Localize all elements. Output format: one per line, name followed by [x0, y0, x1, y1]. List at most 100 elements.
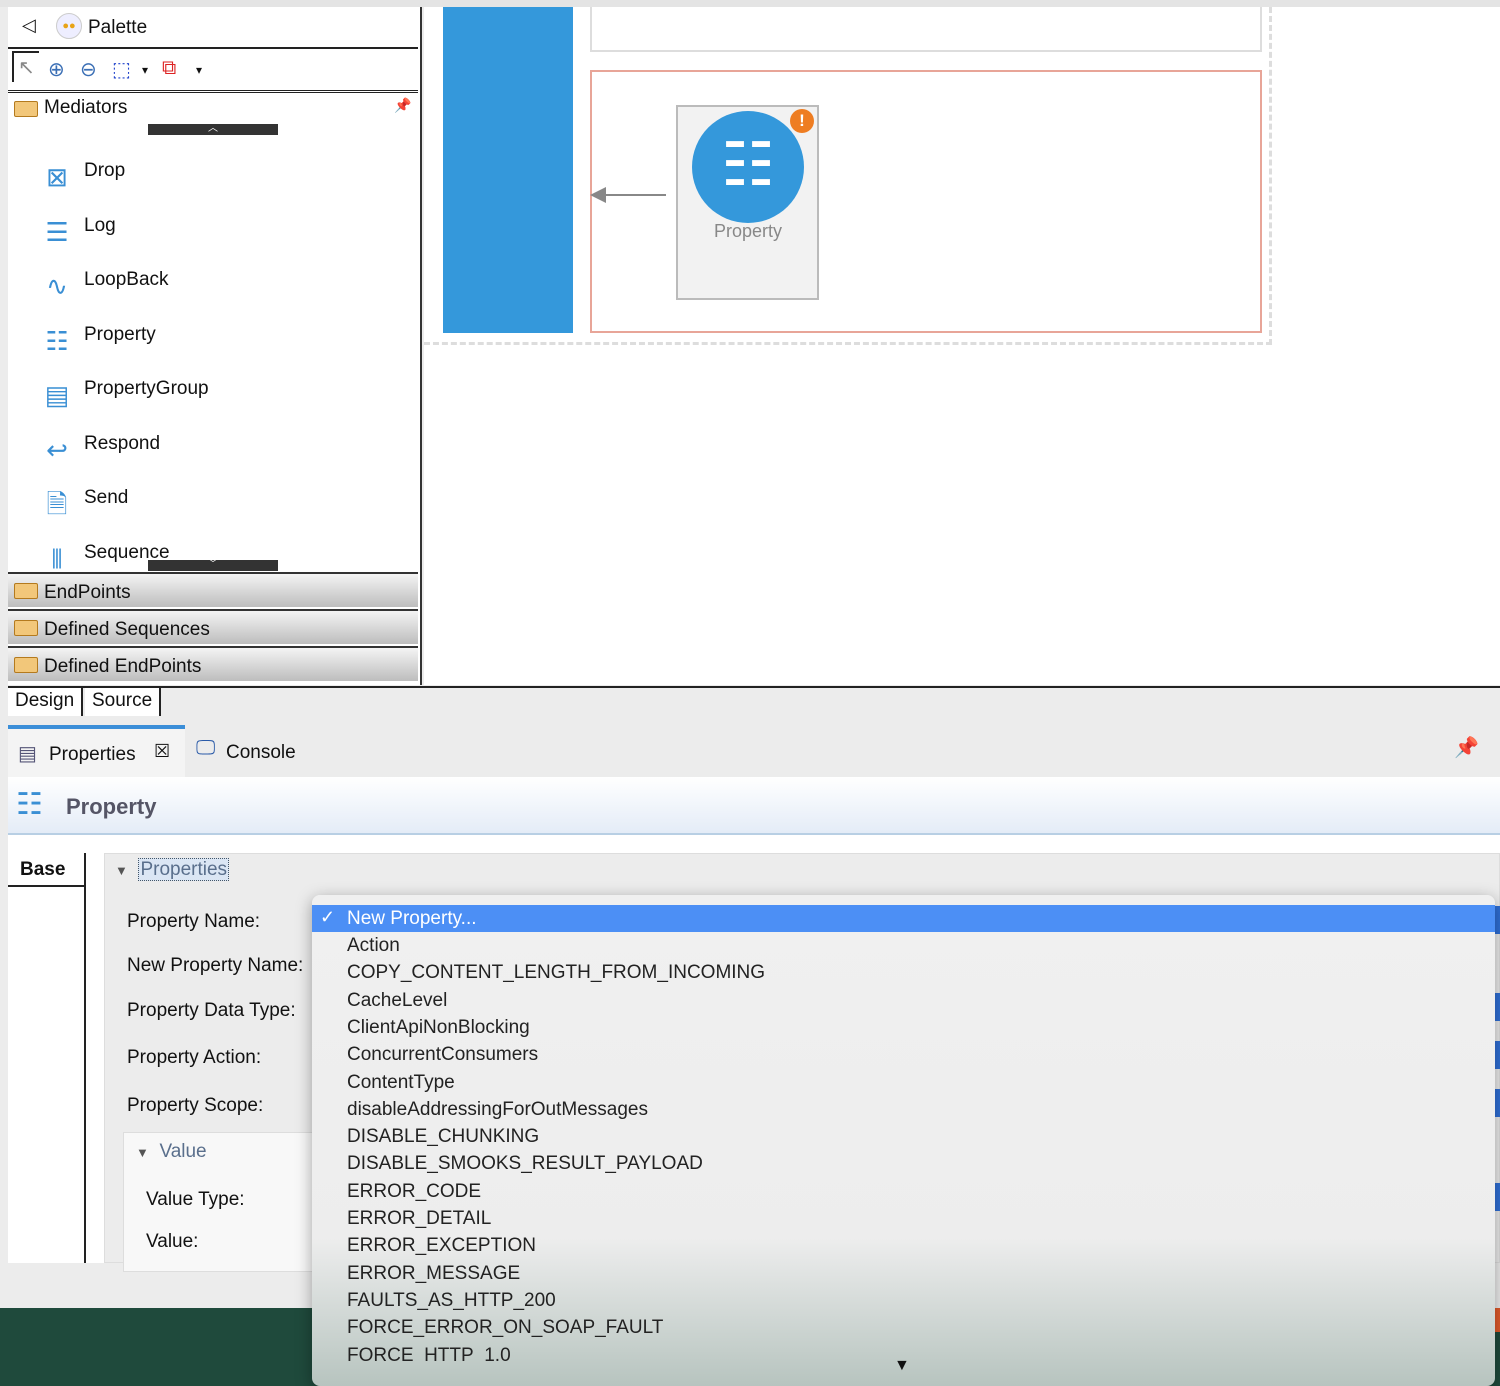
dropdown-option[interactable]: ERROR_MESSAGE [347, 1263, 520, 1285]
field-label: New Property Name: [127, 955, 304, 976]
dropdown-option[interactable]: ERROR_CODE [347, 1181, 481, 1203]
field-label: Value: [146, 1231, 199, 1252]
zoom-in-icon[interactable]: ⊕ [48, 57, 65, 82]
in-sequence-box [590, 7, 1262, 52]
section-title: Properties [138, 858, 230, 881]
palette-item-drop[interactable]: ⊠ Drop [36, 157, 125, 197]
drawer-endpoints[interactable]: EndPoints [8, 572, 418, 607]
item-label: LoopBack [84, 269, 169, 290]
proxy-input-bar[interactable] [443, 7, 573, 333]
zoom-out-icon[interactable]: ⊖ [80, 57, 97, 82]
dropdown-option-selected[interactable]: ✓ New Property... [312, 905, 1495, 932]
palette-toolbar: ↖ ⊕ ⊖ ⬚ ▾ ⧉ ▾ [8, 47, 418, 93]
item-label: Send [84, 487, 129, 508]
close-icon[interactable]: ☒ [154, 741, 170, 762]
palette-item-respond[interactable]: ↩ Respond [36, 430, 160, 470]
dropdown-option[interactable]: ClientApiNonBlocking [347, 1017, 530, 1039]
select-tool-icon[interactable]: ↖ [12, 51, 39, 82]
view-tabs: ▤ Properties ☒ 🖵 Console 📌 [8, 725, 1500, 777]
property-group-icon: ▤ [44, 380, 70, 410]
section-header[interactable]: ▼ Properties [115, 858, 230, 881]
drawer-defined-endpoints[interactable]: Defined EndPoints [8, 646, 418, 681]
folder-icon [14, 101, 38, 117]
property-title-bar: ☷ Property [8, 777, 1500, 835]
item-label: Drop [84, 160, 126, 181]
tab-properties[interactable]: ▤ Properties ☒ [8, 725, 185, 777]
palette-item-log[interactable]: ☰ Log [36, 212, 116, 252]
editor-tabs: Design Source [8, 686, 1500, 716]
folder-icon [14, 583, 38, 599]
palette-item-propertygroup[interactable]: ▤ PropertyGroup [36, 375, 209, 415]
drawer-label: Defined Sequences [44, 619, 210, 640]
value-section-title: Value [159, 1141, 207, 1162]
design-canvas[interactable]: ☷ ! Property [424, 7, 1500, 685]
tab-design[interactable]: Design [8, 688, 84, 716]
respond-icon: ↩ [46, 435, 68, 465]
properties-icon: ▤ [18, 743, 37, 765]
loopback-icon: ∿ [46, 271, 68, 301]
palette-item-loopback[interactable]: ∿ LoopBack [36, 266, 169, 306]
folder-icon [14, 657, 38, 673]
collapse-palette-icon[interactable]: ◁ [22, 15, 36, 36]
palette-item-property[interactable]: ☷ Property [36, 321, 156, 361]
field-label: Property Name: [127, 911, 261, 932]
palette-panel: ◁ ●● Palette ↖ ⊕ ⊖ ⬚ ▾ ⧉ ▾ Mediators 📌 ︿… [8, 7, 422, 685]
connection-dropdown-icon[interactable]: ▾ [196, 63, 202, 77]
dropdown-option[interactable]: DISABLE_CHUNKING [347, 1126, 539, 1148]
palette-header: ◁ ●● Palette [8, 7, 418, 47]
drawer-label: Defined EndPoints [44, 656, 202, 677]
send-icon: 🗎 [46, 489, 68, 519]
marquee-dropdown-icon[interactable]: ▾ [142, 63, 148, 77]
drawer-label: EndPoints [44, 582, 131, 603]
top-strip [0, 0, 1500, 7]
item-label: Property [84, 324, 156, 345]
tab-console[interactable]: Console [226, 742, 296, 764]
item-label: Log [84, 215, 116, 236]
pin-icon[interactable]: 📌 [394, 97, 411, 114]
log-icon: ☰ [45, 217, 69, 247]
item-label: PropertyGroup [84, 378, 209, 399]
tab-base[interactable]: Base [8, 853, 86, 887]
scroll-down-arrow-icon[interactable]: ▼ [894, 1357, 910, 1375]
scroll-down-button[interactable]: ﹀ [148, 560, 278, 571]
palette-title: Palette [88, 17, 148, 38]
dropdown-option[interactable]: FAULTS_AS_HTTP_200 [347, 1290, 556, 1312]
tab-source[interactable]: Source [85, 688, 162, 716]
console-icon: 🖵 [196, 737, 216, 759]
marquee-icon[interactable]: ⬚ [112, 57, 131, 82]
dropdown-option[interactable]: disableAddressingForOutMessages [347, 1099, 648, 1121]
drawer-defined-sequences[interactable]: Defined Sequences [8, 609, 418, 644]
property-mediator-node[interactable]: ☷ ! Property [676, 105, 819, 300]
node-label: Property [713, 221, 783, 241]
dropdown-option[interactable]: CacheLevel [347, 990, 447, 1012]
folder-icon [14, 620, 38, 636]
dropdown-option[interactable]: ERROR_EXCEPTION [347, 1235, 536, 1257]
palette-icon: ●● [56, 13, 82, 39]
flow-arrow [596, 194, 666, 196]
property-icon: ☷ [16, 788, 43, 821]
dropdown-option[interactable]: Action [347, 935, 400, 957]
mediators-label: Mediators [44, 97, 128, 118]
value-section-header[interactable]: ▼ Value [136, 1141, 207, 1163]
field-label: Property Data Type: [127, 1000, 296, 1021]
arrow-head-icon [590, 187, 606, 203]
dropdown-option[interactable]: FORCE_ERROR_ON_SOAP_FAULT [347, 1317, 663, 1339]
tab-label: Properties [49, 744, 136, 765]
property-icon: ☷ [45, 326, 69, 356]
scroll-up-button[interactable]: ︿ [148, 124, 278, 135]
property-name-dropdown[interactable]: ✓ New Property... Action COPY_CONTENT_LEN… [312, 895, 1495, 1386]
page-title: Property [66, 794, 157, 819]
dropdown-option[interactable]: DISABLE_SMOOKS_RESULT_PAYLOAD [347, 1153, 703, 1175]
field-label: Property Scope: [127, 1095, 264, 1116]
palette-item-send[interactable]: 🗎 Send [36, 484, 129, 524]
warning-icon: ! [790, 109, 814, 133]
dropdown-option[interactable]: COPY_CONTENT_LENGTH_FROM_INCOMING [347, 962, 765, 984]
mediators-drawer-header[interactable]: Mediators 📌 [8, 95, 418, 121]
dropdown-option[interactable]: ERROR_DETAIL [347, 1208, 491, 1230]
dropdown-option[interactable]: ContentType [347, 1072, 455, 1094]
dropdown-option[interactable]: FORCE_HTTP_1.0 [347, 1345, 511, 1361]
connection-tool-icon[interactable]: ⧉ [162, 57, 176, 80]
drop-icon: ⊠ [46, 162, 68, 192]
pin-view-icon[interactable]: 📌 [1454, 735, 1479, 760]
dropdown-option[interactable]: ConcurrentConsumers [347, 1044, 538, 1066]
